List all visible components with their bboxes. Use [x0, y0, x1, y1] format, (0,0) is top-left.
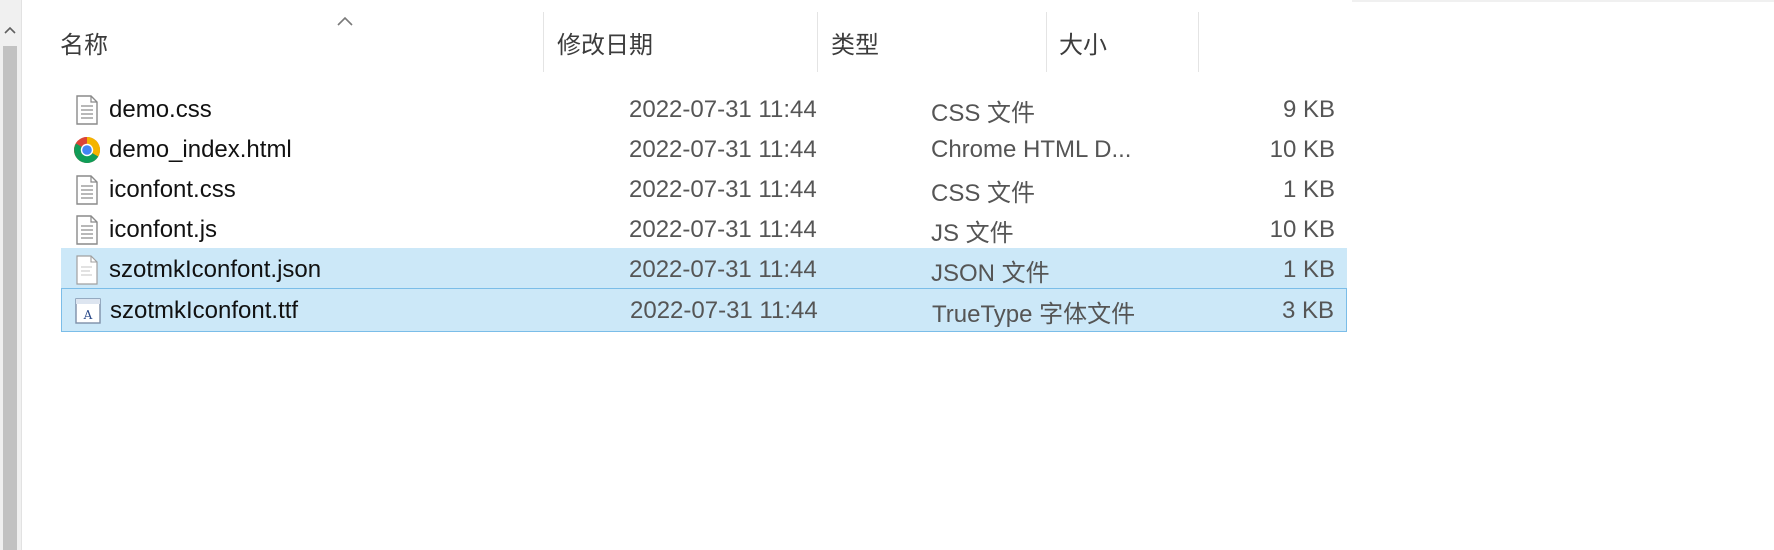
file-type: CSS 文件 — [931, 179, 1036, 207]
column-header-type[interactable]: 类型 — [818, 12, 1047, 72]
file-row[interactable]: demo_index.html 2022-07-31 11:44 Chrome … — [61, 128, 1347, 172]
file-row[interactable]: A szotmkIconfont.ttf 2022-07-31 11:44 Tr… — [61, 288, 1347, 332]
text-file-icon — [71, 214, 103, 246]
file-row[interactable]: szotmkIconfont.json 2022-07-31 11:44 JSO… — [61, 248, 1347, 292]
file-type: Chrome HTML D... — [931, 136, 1132, 163]
file-row[interactable]: iconfont.js 2022-07-31 11:44 JS 文件 10 KB — [61, 208, 1347, 252]
file-name: demo.css — [109, 96, 212, 123]
file-type: JSON 文件 — [931, 259, 1050, 287]
file-size: 9 KB — [1282, 96, 1335, 123]
file-name: iconfont.js — [109, 216, 218, 243]
file-row[interactable]: iconfont.css 2022-07-31 11:44 CSS 文件 1 K… — [61, 168, 1347, 212]
svg-text:A: A — [83, 308, 93, 322]
file-date: 2022-07-31 11:44 — [629, 176, 817, 203]
file-date: 2022-07-31 11:44 — [629, 96, 817, 123]
file-name: demo_index.html — [109, 136, 292, 163]
file-name: iconfont.css — [109, 176, 236, 203]
scroll-up-arrow-icon[interactable] — [2, 22, 18, 38]
scrollbar-thumb[interactable] — [3, 46, 17, 550]
column-header-date-label: 修改日期 — [557, 31, 653, 59]
file-size: 3 KB — [1281, 297, 1334, 324]
text-file-icon — [71, 94, 103, 126]
file-date: 2022-07-31 11:44 — [629, 136, 817, 163]
file-name: szotmkIconfont.json — [109, 256, 322, 283]
column-header: 名称 修改日期 类型 大小 — [21, 12, 1774, 72]
file-name: szotmkIconfont.ttf — [110, 297, 299, 324]
file-date: 2022-07-31 11:44 — [629, 256, 817, 283]
text-file-icon — [71, 174, 103, 206]
file-date: 2022-07-31 11:44 — [630, 297, 818, 324]
file-row[interactable]: demo.css 2022-07-31 11:44 CSS 文件 9 KB — [61, 88, 1347, 132]
vertical-scrollbar[interactable] — [0, 0, 22, 550]
file-type: TrueType 字体文件 — [932, 300, 1136, 328]
chrome-icon — [71, 134, 103, 166]
font-file-icon: A — [72, 295, 104, 327]
column-header-date[interactable]: 修改日期 — [544, 12, 818, 72]
file-type: JS 文件 — [931, 219, 1014, 247]
file-size: 10 KB — [1269, 216, 1335, 243]
column-header-name[interactable]: 名称 — [21, 12, 544, 72]
column-header-size[interactable]: 大小 — [1047, 12, 1199, 72]
file-type: CSS 文件 — [931, 99, 1036, 127]
column-header-size-label: 大小 — [1059, 31, 1107, 59]
file-date: 2022-07-31 11:44 — [629, 216, 817, 243]
header-divider — [1352, 0, 1774, 2]
column-header-type-label: 类型 — [831, 31, 879, 59]
column-header-name-label: 名称 — [60, 31, 108, 59]
file-size: 1 KB — [1282, 256, 1335, 283]
json-file-icon — [71, 254, 103, 286]
file-size: 1 KB — [1282, 176, 1335, 203]
file-size: 10 KB — [1269, 136, 1335, 163]
